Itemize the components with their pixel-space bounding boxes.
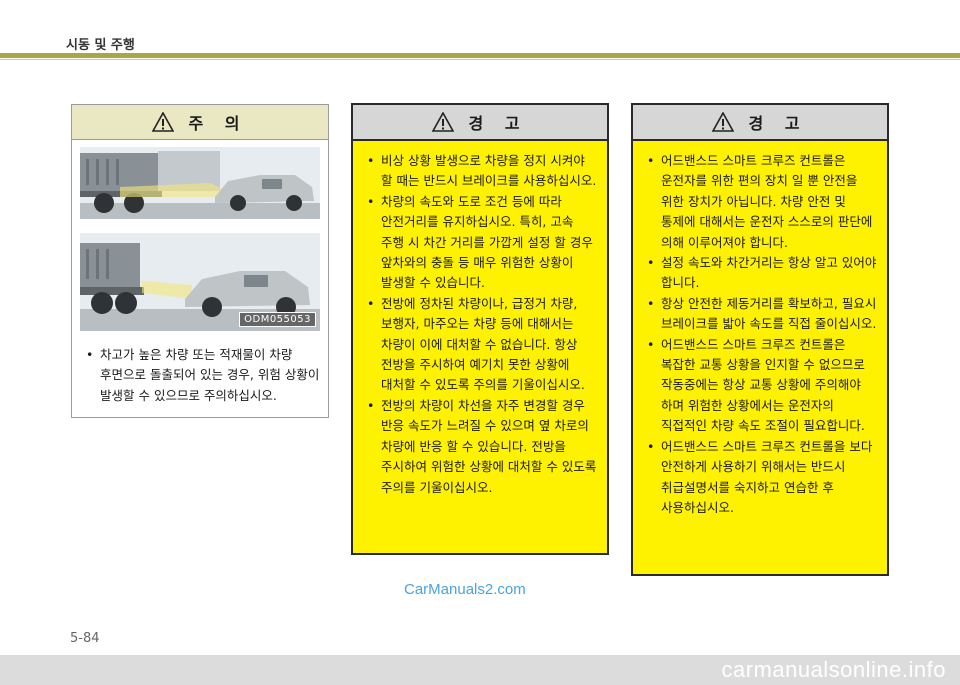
list-item: 어드밴스드 스마트 크루즈 컨트롤은 복잡한 교통 상황을 인지할 수 없으므로… [639,335,879,437]
list-item: 어드밴스드 스마트 크루즈 컨트롤을 보다 안전하게 사용하기 위해서는 반드시… [639,437,879,519]
list-item: 전방에 정차된 차량이나, 급정거 차량, 보행자, 마주오는 차량 등에 대해… [359,294,599,396]
section-title: 시동 및 주행 [66,38,135,53]
list-item: 전방의 차량이 차선을 자주 변경할 경우 반응 속도가 느려질 수 있으며 옆… [359,396,599,498]
header-bar [0,53,960,58]
warning-panel-2: 경 고 어드밴스드 스마트 크루즈 컨트롤은 운전자를 위한 편의 장치 일 뿐… [631,103,889,576]
caution-header: 주 의 [72,105,328,140]
warning-panel-1: 경 고 비상 상황 발생으로 차량을 정지 시켜야 할 때는 반드시 브레이크를… [351,103,609,555]
list-item: 비상 상황 발생으로 차량을 정지 시켜야 할 때는 반드시 브레이크를 사용하… [359,151,599,192]
caution-list: 차고가 높은 차량 또는 적재물이 차량 후면으로 돌출되어 있는 경우, 위험… [78,345,322,406]
caution-title: 주 의 [188,114,248,133]
truck-following-illustration-bottom: ODM055053 [80,233,320,331]
list-item: 어드밴스드 스마트 크루즈 컨트롤은 운전자를 위한 편의 장치 일 뿐 안전을… [639,151,879,253]
page-number: 5-84 [70,631,100,646]
warning-title-2: 경 고 [748,114,808,133]
warning-list-1: 비상 상황 발생으로 차량을 정지 시켜야 할 때는 반드시 브레이크를 사용하… [359,151,599,498]
warning-triangle-icon [432,112,455,132]
footer-watermark: carmanualsonline.info [721,657,946,682]
warning-list-2: 어드밴스드 스마트 크루즈 컨트롤은 운전자를 위한 편의 장치 일 뿐 안전을… [639,151,879,518]
list-item: 차고가 높은 차량 또는 적재물이 차량 후면으로 돌출되어 있는 경우, 위험… [78,345,322,406]
warning-triangle-icon [712,112,735,132]
truck-following-illustration-top [80,147,320,219]
figure-code-label: ODM055053 [239,312,316,327]
caution-panel: 주 의 ODM055053 • 차고가 높은 차량 또는 적재물이 차량 후면으… [71,104,329,418]
warning-title-1: 경 고 [468,114,528,133]
caution-triangle-icon [152,112,175,132]
footer-band: carmanualsonline.info [0,655,960,685]
header-rule [0,59,960,60]
warning-header-2: 경 고 [633,105,887,141]
list-item: 설정 속도와 차간거리는 항상 알고 있어야 합니다. [639,253,879,294]
list-item: 항상 안전한 제동거리를 확보하고, 필요시 브레이크를 밟아 속도를 직접 줄… [639,294,879,335]
list-item: 차량의 속도와 도로 조건 등에 따라 안전거리를 유지하십시오. 특히, 고속… [359,192,599,294]
watermark-link[interactable]: CarManuals2.com [404,581,526,598]
warning-header-1: 경 고 [353,105,607,141]
